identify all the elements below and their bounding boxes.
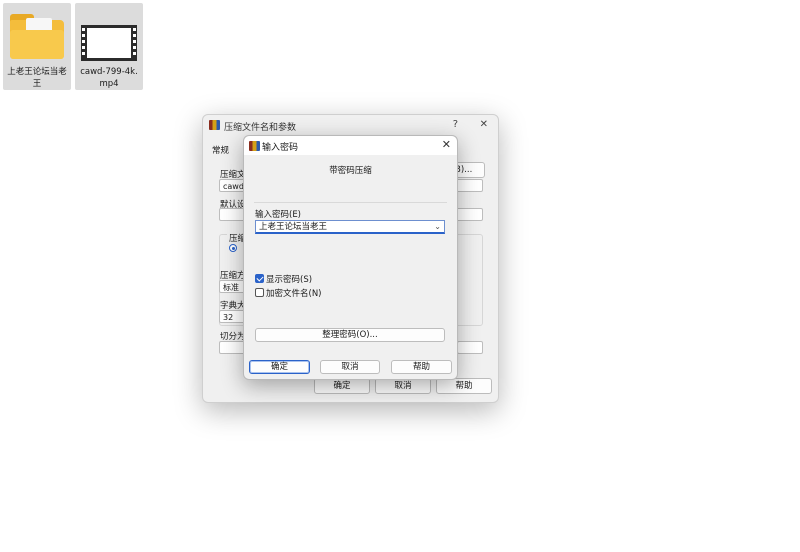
close-icon[interactable]: ✕: [480, 119, 488, 130]
format-radio[interactable]: [229, 244, 237, 252]
titlebar: 压缩文件名和参数 ? ✕: [203, 115, 498, 135]
organize-passwords-button[interactable]: 整理密码(O)...: [255, 328, 445, 342]
cancel-button[interactable]: 取消: [320, 360, 380, 374]
dialog-title: 输入密码: [262, 143, 299, 153]
desktop-video-item[interactable]: cawd-799-4k.mp4: [75, 3, 143, 90]
encrypt-filenames-label: 加密文件名(N): [266, 289, 322, 299]
split-unit-field[interactable]: [457, 341, 483, 354]
encrypt-filenames-checkbox[interactable]: [255, 288, 264, 297]
dialog-title: 压缩文件名和参数: [224, 123, 297, 133]
ok-button[interactable]: 确定: [249, 360, 310, 374]
password-dialog: 输入密码 ✕ 带密码压缩 输入密码(E) 上老王论坛当老王 ⌄ 显示密码(S) …: [243, 135, 458, 380]
help-button[interactable]: 帮助: [391, 360, 452, 374]
desktop-item-label: cawd-799-4k.mp4: [80, 67, 138, 89]
help-icon[interactable]: ?: [453, 119, 458, 130]
close-icon[interactable]: ✕: [442, 138, 451, 151]
show-password-label: 显示密码(S): [266, 275, 313, 285]
desktop-folder-item[interactable]: 上老王论坛当老王: [3, 3, 71, 90]
folder-icon: [10, 14, 64, 59]
cancel-button[interactable]: 取消: [375, 378, 431, 394]
winrar-app-icon: [249, 141, 260, 151]
password-value: 上老王论坛当老王: [259, 222, 328, 232]
help-button[interactable]: 帮助: [436, 378, 492, 394]
divider: [254, 202, 447, 203]
chevron-down-icon[interactable]: ⌄: [434, 221, 441, 233]
dialog-heading: 带密码压缩: [329, 166, 372, 176]
ok-button[interactable]: 确定: [314, 378, 370, 394]
tab-general[interactable]: 常规: [212, 144, 229, 156]
video-file-icon: [81, 25, 137, 61]
show-password-checkbox[interactable]: [255, 274, 264, 283]
password-input[interactable]: 上老王论坛当老王 ⌄: [255, 220, 445, 234]
titlebar: 输入密码 ✕: [244, 136, 457, 155]
winrar-app-icon: [209, 120, 220, 130]
password-label: 输入密码(E): [255, 210, 302, 220]
desktop-item-label: 上老王论坛当老王: [7, 67, 67, 89]
